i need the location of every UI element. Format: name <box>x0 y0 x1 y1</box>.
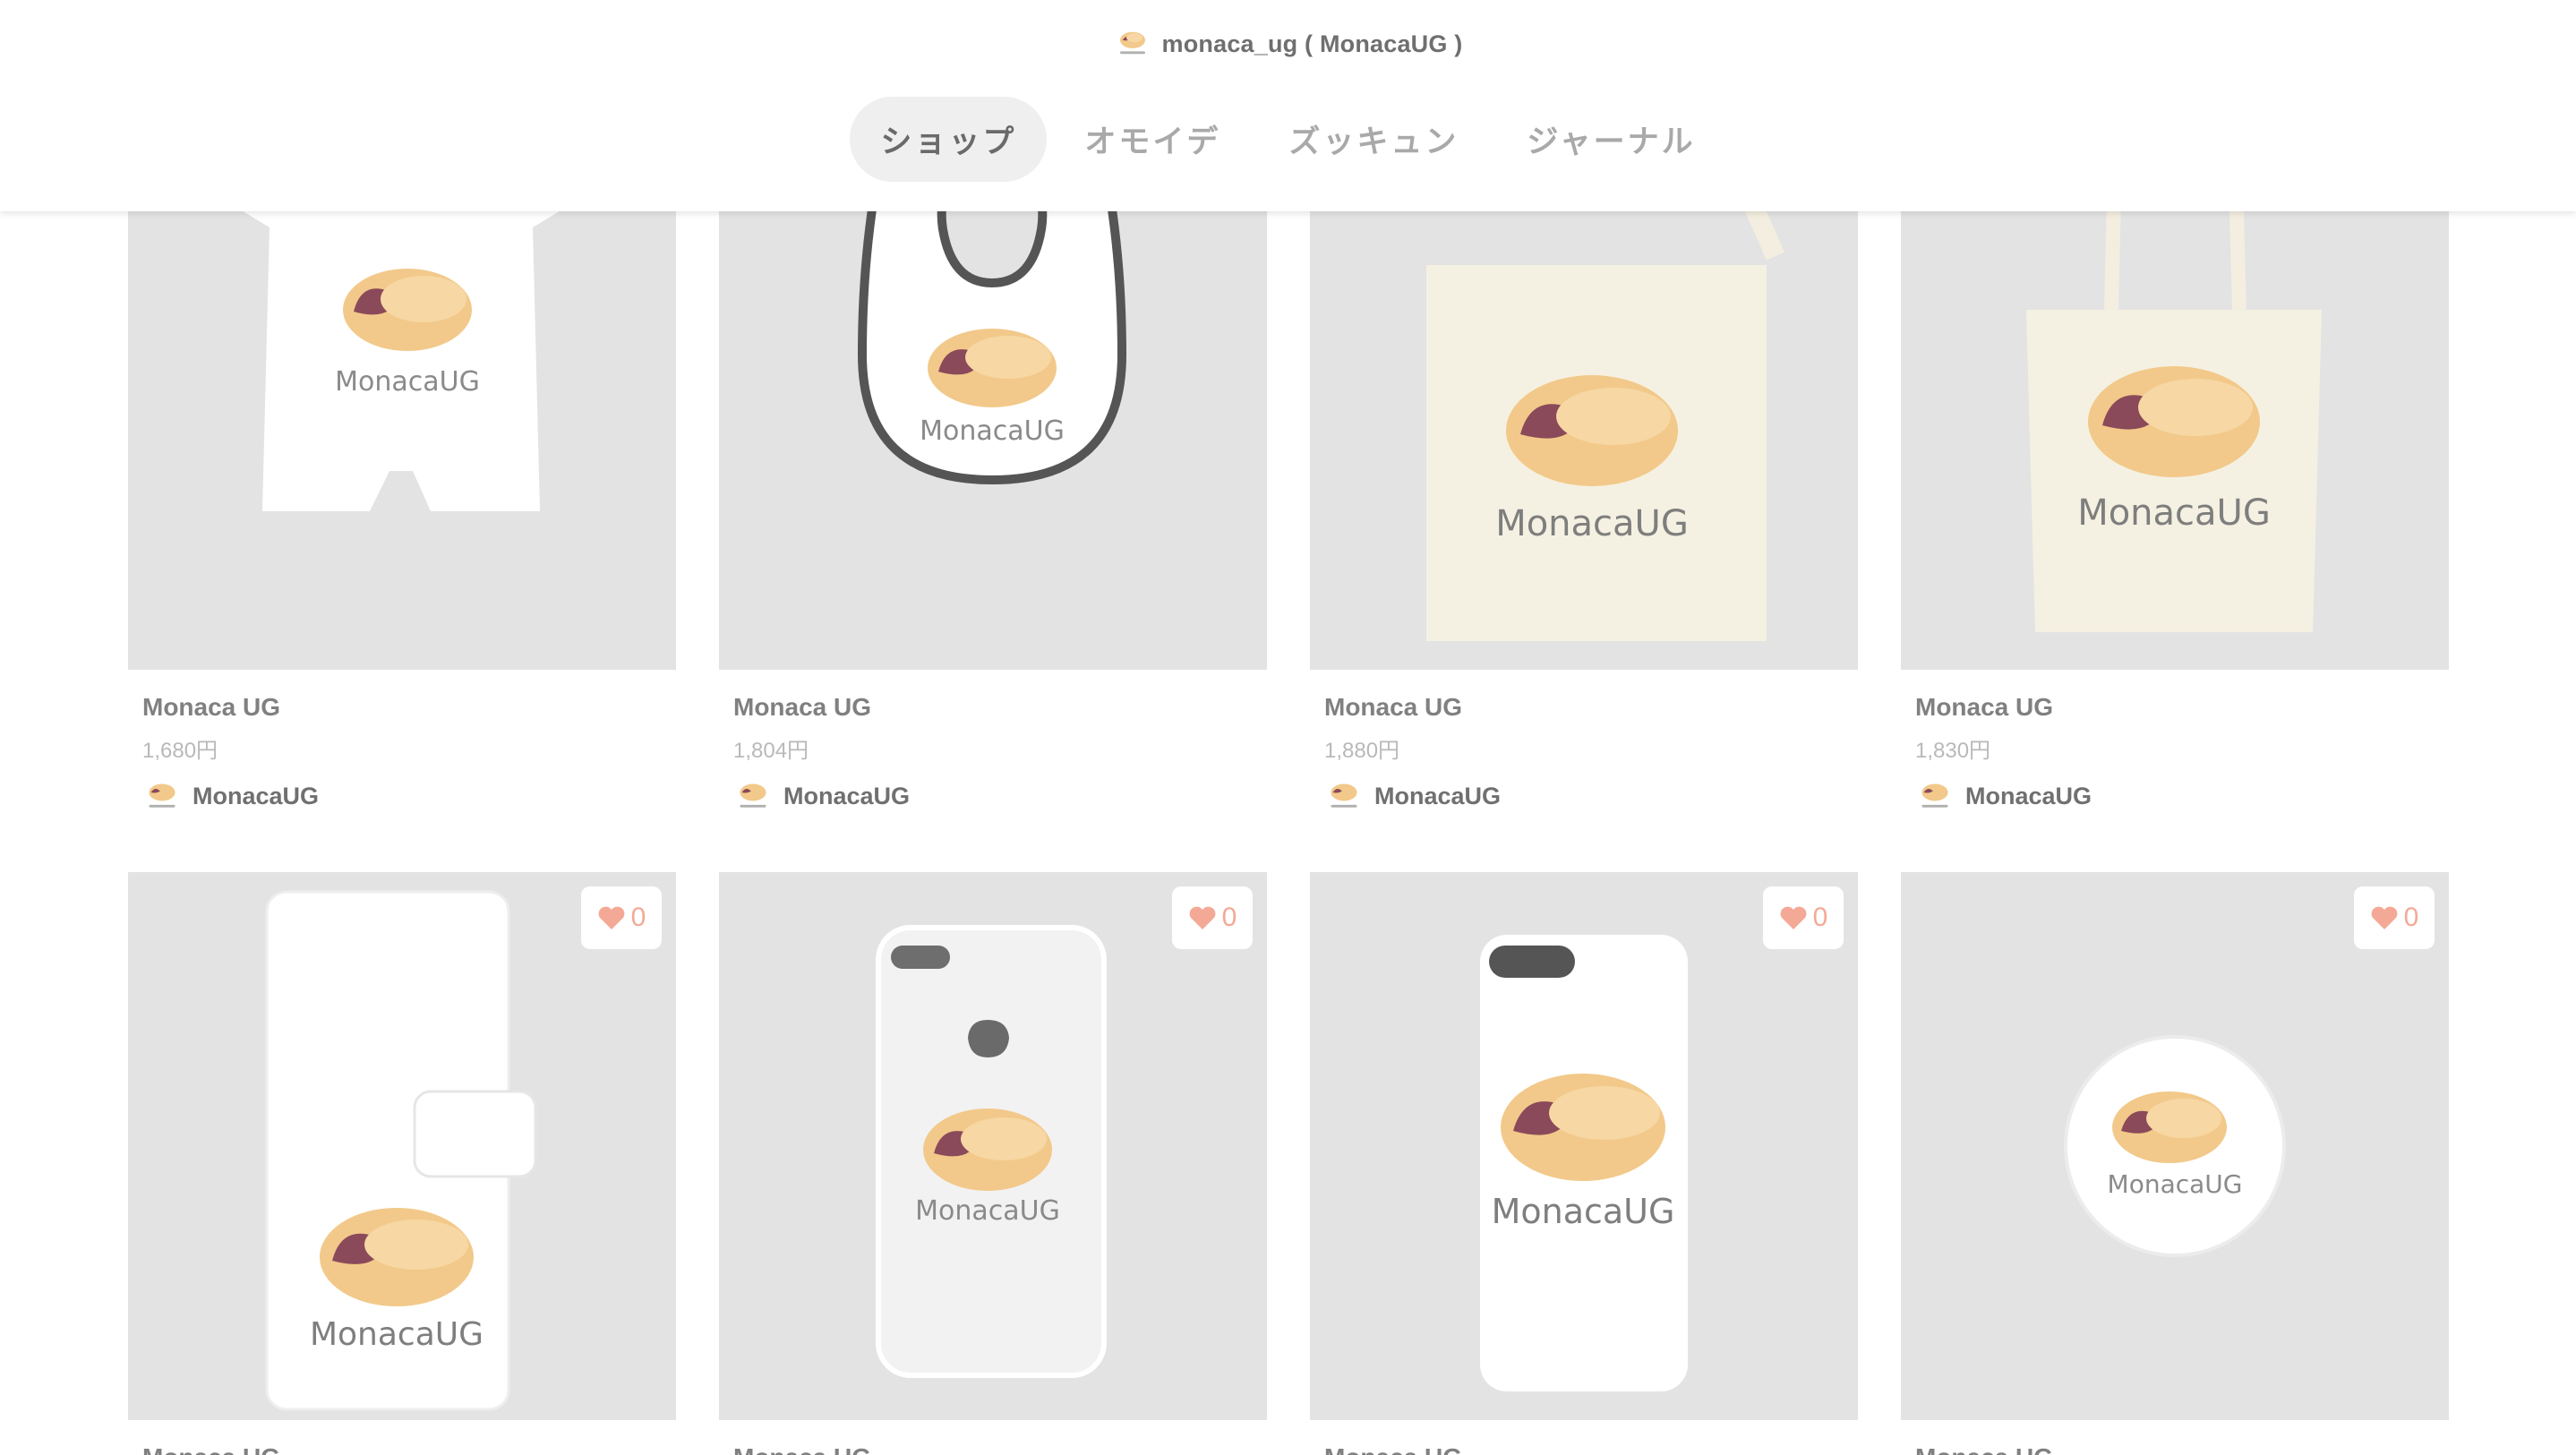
product-title[interactable]: Monaca UG <box>733 693 1253 722</box>
tab-zukkyun[interactable]: ズッキュン <box>1258 97 1489 182</box>
seller-avatar-icon <box>1921 783 1948 808</box>
like-count: 0 <box>2403 903 2419 932</box>
shop-page: monaca_ug ( MonacaUG ) ショップ オモイデ ズッキュン ジ… <box>0 0 2576 1455</box>
svg-text:MonacaUG: MonacaUG <box>1495 503 1689 544</box>
like-count: 0 <box>1812 903 1828 932</box>
heart-icon <box>1189 906 1216 929</box>
svg-text:MonacaUG: MonacaUG <box>1492 1192 1675 1231</box>
product-title[interactable]: Monaca UG <box>1324 1443 1844 1455</box>
product-card[interactable]: MonacaUG 0 Monaca UG <box>128 872 676 1455</box>
product-card[interactable]: MonacaUG Monaca UG 1,804円 MonacaUG <box>719 122 1267 814</box>
svg-text:MonacaUG: MonacaUG <box>920 415 1065 447</box>
seller-avatar-icon <box>740 783 766 808</box>
can-badge-image: MonacaUG <box>2064 1035 2286 1257</box>
monaca-avatar-icon <box>1119 31 1145 55</box>
product-card[interactable]: MonacaUG 0 Monaca UG <box>1901 872 2449 1455</box>
product-price: 1,830円 <box>1915 739 1991 763</box>
svg-text:MonacaUG: MonacaUG <box>2077 492 2271 534</box>
product-card[interactable]: MonacaUG Monaca UG 1,680円 MonacaUG <box>128 122 676 814</box>
seller-link[interactable]: MonacaUG <box>1324 778 1844 814</box>
product-card[interactable]: MonacaUG Monaca UG 1,880円 MonacaUG <box>1310 122 1858 814</box>
product-card[interactable]: MonacaUG Monaca UG 1,830円 MonacaUG <box>1901 122 2449 814</box>
like-count: 0 <box>630 903 646 932</box>
like-count: 0 <box>1221 903 1237 932</box>
like-button[interactable]: 0 <box>2354 886 2435 949</box>
product-title[interactable]: Monaca UG <box>733 1443 1253 1455</box>
notebook-smartphone-case-image: MonacaUG <box>265 890 537 1411</box>
seller-avatar-icon <box>149 783 175 808</box>
seller-name: MonacaUG <box>1965 782 2092 809</box>
account-link[interactable]: monaca_ug ( MonacaUG ) <box>0 25 2576 63</box>
seller-name: MonacaUG <box>783 782 911 809</box>
product-thumbnail[interactable]: MonacaUG 0 <box>1310 872 1858 1420</box>
product-title[interactable]: Monaca UG <box>142 693 662 722</box>
seller-name: MonacaUG <box>193 782 320 809</box>
product-price: 1,804円 <box>733 739 809 763</box>
product-price: 1,680円 <box>142 739 218 763</box>
seller-avatar-icon <box>1331 783 1357 808</box>
product-title[interactable]: Monaca UG <box>1324 693 1844 722</box>
tab-journal[interactable]: ジャーナル <box>1496 97 1725 182</box>
product-thumbnail[interactable]: MonacaUG 0 <box>1901 872 2449 1420</box>
tab-shop[interactable]: ショップ <box>850 97 1048 182</box>
heart-icon <box>598 906 625 929</box>
top-header: monaca_ug ( MonacaUG ) ショップ オモイデ ズッキュン ジ… <box>0 0 2576 211</box>
seller-link[interactable]: MonacaUG <box>1915 778 2435 814</box>
like-button[interactable]: 0 <box>1763 886 1844 949</box>
clear-iphone-case-image: MonacaUG <box>876 925 1107 1378</box>
seller-link[interactable]: MonacaUG <box>142 778 662 814</box>
product-price: 1,880円 <box>1324 739 1400 763</box>
product-title[interactable]: Monaca UG <box>1915 693 2435 722</box>
like-button[interactable]: 0 <box>1172 886 1253 949</box>
svg-text:MonacaUG: MonacaUG <box>915 1195 1060 1227</box>
svg-text:MonacaUG: MonacaUG <box>2108 1169 2243 1199</box>
product-title[interactable]: Monaca UG <box>1915 1443 2435 1455</box>
product-title[interactable]: Monaca UG <box>142 1443 662 1455</box>
product-card[interactable]: MonacaUG 0 Monaca UG <box>719 872 1267 1455</box>
account-name: monaca_ug ( MonacaUG ) <box>1161 30 1463 57</box>
seller-link[interactable]: MonacaUG <box>733 778 1253 814</box>
product-card[interactable]: MonacaUG 0 Monaca UG <box>1310 872 1858 1455</box>
product-thumbnail[interactable]: MonacaUG 0 <box>128 872 676 1420</box>
heart-icon <box>1780 906 1807 929</box>
seller-name: MonacaUG <box>1374 782 1502 809</box>
iphone-case-image: MonacaUG <box>1480 935 1688 1391</box>
tab-omoide[interactable]: オモイデ <box>1054 97 1251 182</box>
main-nav: ショップ オモイデ ズッキュン ジャーナル <box>0 97 2576 182</box>
like-button[interactable]: 0 <box>581 886 662 949</box>
heart-icon <box>2371 906 2398 929</box>
product-thumbnail[interactable]: MonacaUG 0 <box>719 872 1267 1420</box>
svg-text:MonacaUG: MonacaUG <box>310 1316 484 1353</box>
svg-text:MonacaUG: MonacaUG <box>335 366 480 398</box>
